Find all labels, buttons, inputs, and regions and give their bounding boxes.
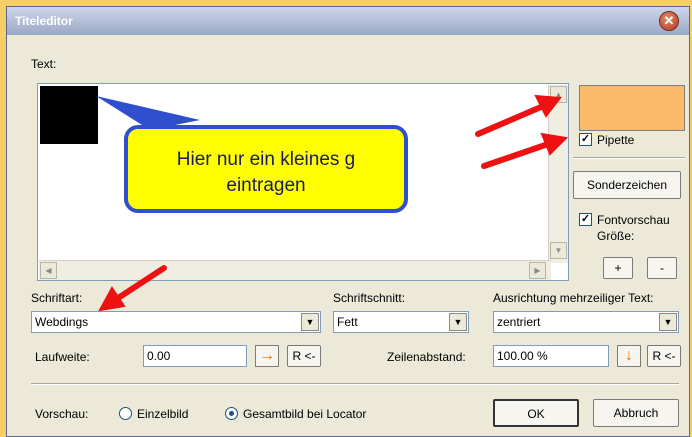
red-arrow-pipette: [481, 139, 557, 169]
red-arrow-font: [109, 265, 167, 305]
red-arrow-swatch: [475, 101, 551, 137]
arrowhead-icon: [98, 286, 126, 312]
callout-line-1: Hier nur ein kleines g: [176, 149, 356, 170]
annotation-callout: Hier nur ein kleines g eintragen: [124, 125, 408, 213]
arrowhead-icon: [540, 132, 569, 156]
annotation-overlay: [96, 94, 569, 312]
callout-line-2: eintragen: [226, 175, 306, 196]
